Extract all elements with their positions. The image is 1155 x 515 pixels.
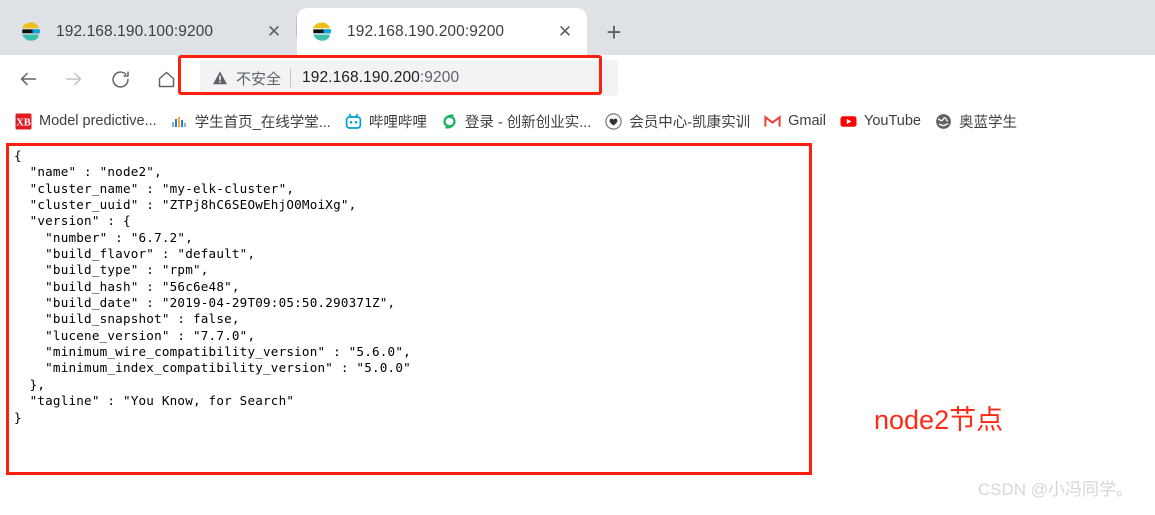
browser-tab-2[interactable]: 192.168.190.200:9200 ✕ (297, 8, 587, 55)
bookmark-item-3[interactable]: 登录 - 创新创业实... (434, 108, 598, 134)
globe-icon (935, 113, 952, 130)
browser-tab-2-close-icon[interactable]: ✕ (553, 20, 577, 44)
bookmark-item-2[interactable]: 哔哩哔哩 (338, 108, 434, 134)
warning-triangle-icon[interactable] (212, 70, 228, 86)
swirl-icon (441, 113, 458, 130)
home-icon[interactable] (150, 63, 182, 95)
browser-tab-2-title: 192.168.190.200:9200 (347, 22, 505, 40)
bookmark-item-6[interactable]: YouTube (833, 108, 928, 134)
bookmark-label-0: Model predictive... (39, 113, 157, 129)
browser-tab-strip: 192.168.190.100:9200 ✕ 192.168.190.200:9… (0, 0, 1155, 55)
bookmark-label-5: Gmail (788, 113, 827, 129)
reload-icon[interactable] (104, 63, 136, 95)
elasticsearch-json-response: { "name" : "node2", "cluster_name" : "my… (14, 148, 411, 425)
svg-text:XB: XB (16, 117, 31, 128)
browser-tab-1[interactable]: 192.168.190.100:9200 ✕ (6, 8, 296, 55)
bookmark-label-4: 会员中心-凯康实训 (629, 114, 751, 131)
url-host: 192.168.190.200 (302, 69, 420, 86)
bilibili-icon (345, 113, 362, 130)
elasticsearch-favicon (20, 21, 42, 43)
browser-tab-1-close-icon[interactable]: ✕ (262, 20, 286, 44)
bookmark-label-2: 哔哩哔哩 (368, 114, 427, 131)
browser-toolbar: 不安全 192.168.190.200:9200 (0, 55, 1155, 103)
bookmark-label-1: 学生首页_在线学堂... (194, 114, 331, 131)
omnibox-divider (290, 69, 292, 87)
youtube-icon (840, 113, 857, 130)
elasticsearch-favicon (311, 21, 333, 43)
bookmark-label-3: 登录 - 创新创业实... (464, 114, 592, 131)
address-bar-url: 192.168.190.200:9200 (302, 69, 459, 87)
new-tab-button[interactable]: + (597, 15, 631, 49)
bookmark-item-4[interactable]: 会员中心-凯康实训 (598, 108, 757, 134)
forward-icon (58, 63, 90, 95)
browser-tab-1-title: 192.168.190.100:9200 (56, 22, 214, 40)
bookmark-label-7: 奥蓝学生 (959, 114, 1017, 131)
gmail-icon (764, 113, 781, 130)
address-bar[interactable]: 不安全 192.168.190.200:9200 (200, 60, 618, 96)
bookmarks-bar: XB Model predictive... 学生首页_在线学堂... 哔哩哔哩… (0, 103, 1155, 140)
url-port: :9200 (419, 69, 460, 86)
security-status-label: 不安全 (236, 70, 282, 88)
node2-annotation-label: node2节点 (874, 405, 1004, 435)
bookmark-item-5[interactable]: Gmail (757, 108, 833, 134)
back-icon[interactable] (12, 63, 44, 95)
xb-icon: XB (15, 113, 32, 130)
bookmark-item-1[interactable]: 学生首页_在线学堂... (164, 108, 338, 134)
bookmark-item-0[interactable]: XB Model predictive... (8, 108, 164, 134)
bars-icon (171, 113, 188, 130)
page-content: { "name" : "node2", "cluster_name" : "my… (0, 140, 1155, 508)
omnibox-container: 不安全 192.168.190.200:9200 (200, 60, 618, 97)
heart-badge-icon (605, 112, 623, 130)
bookmark-item-7[interactable]: 奥蓝学生 (928, 108, 1024, 134)
bookmark-label-6: YouTube (864, 113, 921, 129)
csdn-watermark: CSDN @小冯同学。 (977, 480, 1133, 499)
